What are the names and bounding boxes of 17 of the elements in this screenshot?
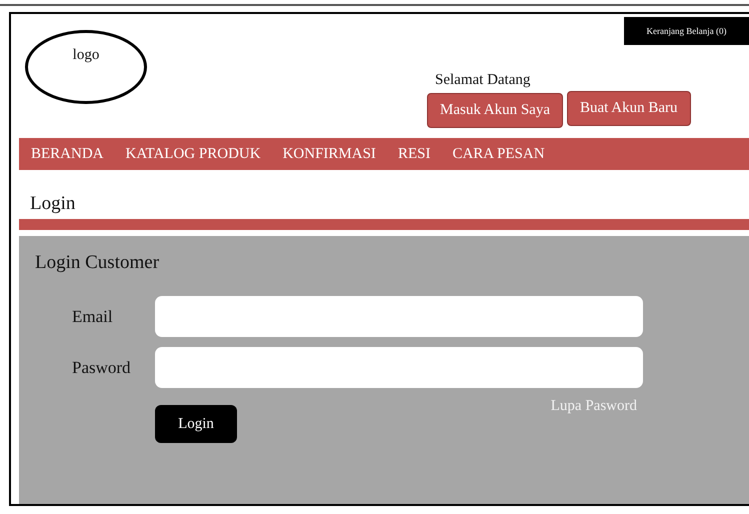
nav-link[interactable]: RESI — [398, 146, 430, 162]
login-button[interactable]: Login — [155, 405, 237, 443]
page-title: Login — [29, 192, 76, 216]
nav-link[interactable]: CARA PESAN — [452, 146, 545, 162]
logo-text: logo — [72, 47, 100, 65]
cart-button[interactable]: Keranjang Belanja (0) — [624, 17, 749, 45]
account-button[interactable]: Masuk Akun Saya — [427, 93, 563, 128]
nav-link[interactable]: BERANDA — [31, 146, 104, 162]
greeting-text: Selamat Datang — [435, 72, 530, 89]
nav-link[interactable]: KATALOG PRODUK — [126, 146, 261, 162]
field-label: Email — [71, 306, 114, 326]
form-title: Login Customer — [35, 252, 160, 274]
account-button[interactable]: Buat Akun Baru — [567, 91, 690, 126]
input-field[interactable] — [155, 296, 643, 337]
field-label: Pasword — [71, 358, 132, 378]
nav-link[interactable]: KONFIRMASI — [282, 146, 376, 162]
input-field[interactable] — [155, 347, 643, 388]
